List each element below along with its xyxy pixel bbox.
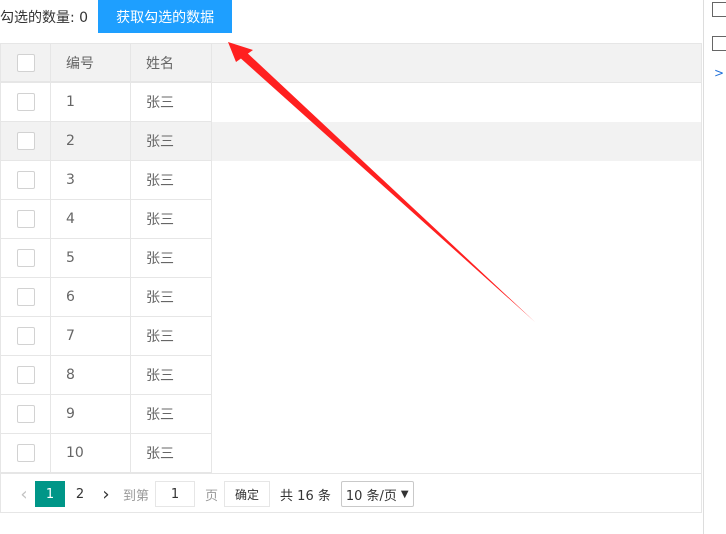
page-1-button[interactable]: 1 — [35, 481, 65, 507]
table-row[interactable]: 2 张三 — [1, 122, 701, 161]
cell-id: 10 — [51, 434, 131, 473]
cell-name: 张三 — [131, 200, 212, 239]
table-row[interactable]: 8 张三 — [1, 356, 701, 395]
table-row[interactable]: 4 张三 — [1, 200, 701, 239]
page-size-select[interactable]: 10 条/页 ▼ — [340, 481, 414, 507]
cell-id: 8 — [51, 356, 131, 395]
row-checkbox-cell — [1, 83, 51, 122]
cell-name: 张三 — [131, 83, 212, 122]
row-checkbox[interactable] — [16, 288, 35, 306]
table-header: 编号 姓名 — [1, 44, 701, 83]
cell-name: 张三 — [131, 122, 212, 161]
row-checkbox-cell — [1, 122, 51, 161]
row-checkbox-cell — [1, 200, 51, 239]
table-row[interactable]: 3 张三 — [1, 161, 701, 200]
goto-suffix: 页 — [205, 488, 219, 504]
table-row[interactable]: 6 张三 — [1, 278, 701, 317]
cell-name: 张三 — [131, 434, 212, 473]
cell-name: 张三 — [131, 278, 212, 317]
table-row[interactable]: 10 张三 — [1, 434, 701, 473]
row-checkbox[interactable] — [16, 327, 35, 345]
row-checkbox-cell — [1, 434, 51, 473]
row-checkbox-cell — [1, 317, 51, 356]
row-checkbox[interactable] — [16, 405, 35, 423]
page-size-value: 10 条/页 — [345, 488, 397, 504]
right-side-panel: > — [703, 0, 726, 534]
checked-count-text: 勾选的数量: 0 — [0, 7, 88, 27]
row-checkbox[interactable] — [16, 366, 35, 384]
cell-id: 7 — [51, 317, 131, 356]
row-checkbox-cell — [1, 356, 51, 395]
row-checkbox[interactable] — [16, 171, 35, 189]
cell-name: 张三 — [131, 161, 212, 200]
header-filler — [212, 44, 701, 82]
cell-id: 6 — [51, 278, 131, 317]
table-row[interactable]: 1 张三 — [1, 83, 701, 122]
pagination: ‹ 1 2 › 到第 1 页 确定 共 16 条 10 条/页 ▼ — [1, 473, 701, 514]
checked-count-label: 勾选的数量: — [0, 9, 80, 26]
cell-id: 4 — [51, 200, 131, 239]
row-checkbox[interactable] — [16, 444, 35, 462]
row-checkbox[interactable] — [16, 249, 35, 267]
cell-id: 1 — [51, 83, 131, 122]
select-all-checkbox[interactable] — [16, 53, 35, 72]
cell-id: 2 — [51, 122, 131, 161]
goto-page-input[interactable]: 1 — [155, 481, 196, 507]
row-checkbox[interactable] — [16, 132, 35, 150]
cell-name: 张三 — [131, 356, 212, 395]
row-checkbox-cell — [1, 395, 51, 434]
chevron-right-icon[interactable]: > — [714, 66, 724, 80]
row-checkbox[interactable] — [16, 93, 35, 111]
table-row[interactable]: 5 张三 — [1, 239, 701, 278]
column-header-id[interactable]: 编号 — [51, 44, 131, 82]
panel-toggle-icon[interactable] — [712, 2, 726, 17]
next-page-button[interactable]: › — [95, 481, 117, 507]
goto-prefix: 到第 — [123, 488, 150, 504]
page-2-button[interactable]: 2 — [65, 481, 95, 507]
goto-confirm-button[interactable]: 确定 — [224, 481, 271, 507]
cell-name: 张三 — [131, 239, 212, 278]
play-icon[interactable] — [712, 36, 726, 51]
data-table: 编号 姓名 1 张三 2 张三 3 张三 4 张三 5 张三 6 张三 7 张三 8 张三 9 张三 10 张三 ‹ … — [0, 43, 702, 513]
checked-count-value: 0 — [79, 9, 89, 26]
cell-id: 9 — [51, 395, 131, 434]
row-checkbox-cell — [1, 239, 51, 278]
table-row[interactable]: 9 张三 — [1, 395, 701, 434]
table-row[interactable]: 7 张三 — [1, 317, 701, 356]
column-header-name[interactable]: 姓名 — [131, 44, 212, 82]
row-checkbox[interactable] — [16, 210, 35, 228]
chevron-down-icon: ▼ — [400, 488, 409, 500]
table-body: 1 张三 2 张三 3 张三 4 张三 5 张三 6 张三 7 张三 8 张三 9 张三 10 张三 — [1, 83, 701, 473]
prev-page-button[interactable]: ‹ — [13, 481, 35, 507]
toolbar: 勾选的数量: 0 获取勾选的数据 — [0, 0, 233, 33]
cell-id: 5 — [51, 239, 131, 278]
cell-name: 张三 — [131, 317, 212, 356]
cell-name: 张三 — [131, 395, 212, 434]
row-checkbox-cell — [1, 278, 51, 317]
row-checkbox-cell — [1, 161, 51, 200]
total-count: 共 16 条 — [280, 488, 331, 504]
select-all-cell — [1, 44, 51, 82]
cell-id: 3 — [51, 161, 131, 200]
get-checked-data-button[interactable]: 获取勾选的数据 — [98, 0, 233, 33]
